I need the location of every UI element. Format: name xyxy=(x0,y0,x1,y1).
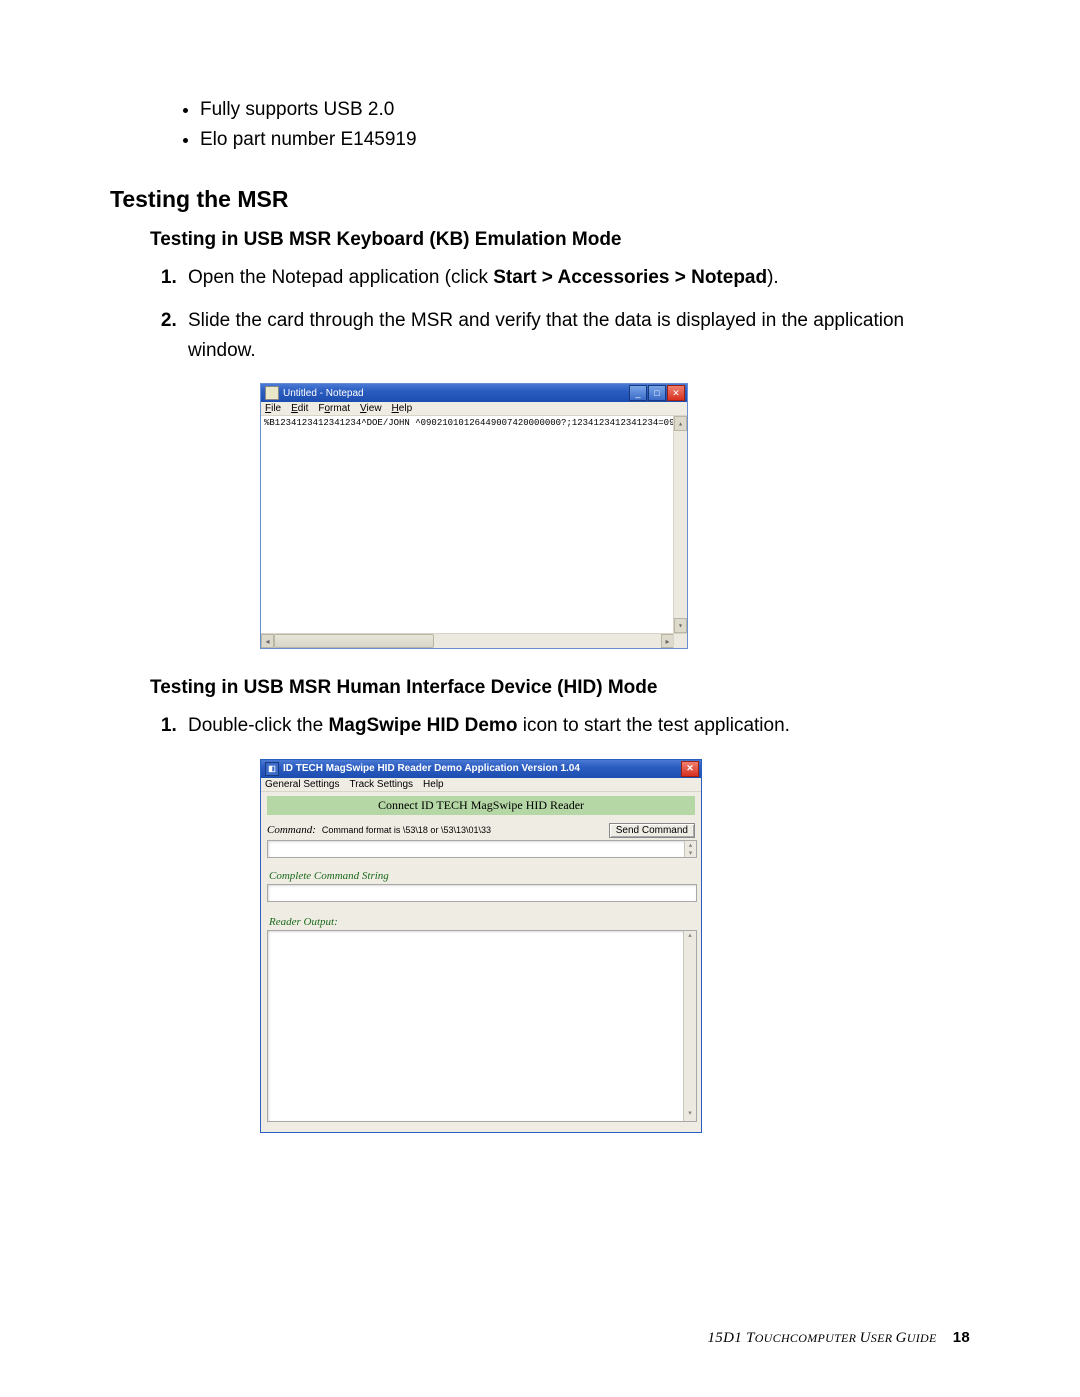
page-number: 18 xyxy=(953,1329,970,1346)
magswipe-window: ◧ ID TECH MagSwipe HID Reader Demo Appli… xyxy=(260,759,702,1133)
minimize-button[interactable]: _ xyxy=(629,385,647,401)
step-item: Open the Notepad application (click Star… xyxy=(182,263,970,292)
menu-edit[interactable]: Edit xyxy=(291,403,308,414)
command-label: Command: xyxy=(267,824,316,836)
document-page: Fully supports USB 2.0 Elo part number E… xyxy=(0,0,1080,1397)
notepad-app-icon xyxy=(265,386,279,400)
notepad-content: %B1234123412341234^DOE/JOHN ^09021010126… xyxy=(264,418,687,428)
menu-general-settings[interactable]: General Settings xyxy=(265,779,340,790)
magswipe-titlebar[interactable]: ◧ ID TECH MagSwipe HID Reader Demo Appli… xyxy=(261,760,701,778)
menu-view[interactable]: View xyxy=(360,403,382,414)
magswipe-menubar[interactable]: General Settings Track Settings Help xyxy=(261,778,701,792)
menu-format[interactable]: Format xyxy=(318,403,350,414)
notepad-titlebar[interactable]: Untitled - Notepad _ □ ✕ xyxy=(261,384,687,402)
heading-kb-mode: Testing in USB MSR Keyboard (KB) Emulati… xyxy=(150,229,970,251)
step-item: Slide the card through the MSR and verif… xyxy=(182,306,970,365)
scroll-up-icon[interactable]: ▴ xyxy=(684,931,696,943)
scroll-up-icon[interactable]: ▴ xyxy=(674,416,687,431)
step-text: ). xyxy=(767,267,779,288)
feature-bullets: Fully supports USB 2.0 Elo part number E… xyxy=(200,95,970,156)
connect-banner: Connect ID TECH MagSwipe HID Reader xyxy=(267,796,695,815)
scroll-up-icon[interactable]: ▴ xyxy=(684,841,696,849)
close-button[interactable]: ✕ xyxy=(667,385,685,401)
step-text: icon to start the test application. xyxy=(517,715,790,736)
scroll-down-icon[interactable]: ▾ xyxy=(684,849,696,857)
menu-help[interactable]: Help xyxy=(423,779,444,790)
horizontal-scrollbar[interactable]: ◂ ▸ xyxy=(261,633,687,648)
scroll-down-icon[interactable]: ▾ xyxy=(674,618,687,633)
heading-testing-msr: Testing the MSR xyxy=(110,186,970,213)
reader-output-label: Reader Output: xyxy=(269,916,695,928)
command-row: Command: Command format is \53\18 or \53… xyxy=(267,823,695,838)
vertical-scrollbar[interactable]: ▴ ▾ xyxy=(673,416,687,633)
complete-string-input[interactable] xyxy=(267,884,697,902)
heading-hid-mode: Testing in USB MSR Human Interface Devic… xyxy=(150,677,970,699)
notepad-text-area[interactable]: %B1234123412341234^DOE/JOHN ^09021010126… xyxy=(261,416,687,633)
hid-steps: Double-click the MagSwipe HID Demo icon … xyxy=(182,711,970,740)
close-button[interactable]: ✕ xyxy=(681,761,699,777)
bullet-item: Fully supports USB 2.0 xyxy=(200,95,970,125)
notepad-menubar[interactable]: File Edit Format View Help xyxy=(261,402,687,416)
magswipe-app-icon: ◧ xyxy=(265,762,279,776)
page-footer: 15D1 TOUCHCOMPUTER USER GUIDE 18 xyxy=(707,1329,970,1347)
command-input[interactable]: ▴▾ xyxy=(267,840,697,858)
notepad-title-text: Untitled - Notepad xyxy=(283,388,364,399)
menu-track-settings[interactable]: Track Settings xyxy=(350,779,414,790)
scroll-track[interactable] xyxy=(274,634,661,648)
step-bold: MagSwipe HID Demo xyxy=(328,715,517,736)
complete-string-label: Complete Command String xyxy=(269,870,695,882)
step-text: Double-click the xyxy=(188,715,328,736)
scroll-down-icon[interactable]: ▾ xyxy=(684,1109,696,1121)
kb-steps: Open the Notepad application (click Star… xyxy=(182,263,970,365)
menu-help[interactable]: Help xyxy=(392,403,413,414)
scroll-thumb[interactable] xyxy=(274,634,434,648)
maximize-button[interactable]: □ xyxy=(648,385,666,401)
command-hint: Command format is \53\18 or \53\13\01\33 xyxy=(322,825,491,835)
magswipe-body: Connect ID TECH MagSwipe HID Reader Comm… xyxy=(261,792,701,1132)
reader-output-textarea[interactable]: ▴ ▾ xyxy=(267,930,697,1122)
send-command-button[interactable]: Send Command xyxy=(609,823,695,838)
footer-doc: 15D1 TOUCHCOMPUTER USER GUIDE xyxy=(707,1330,936,1346)
step-item: Double-click the MagSwipe HID Demo icon … xyxy=(182,711,970,740)
bullet-item: Elo part number E145919 xyxy=(200,125,970,155)
scroll-left-icon[interactable]: ◂ xyxy=(261,634,274,648)
notepad-window: Untitled - Notepad _ □ ✕ File Edit Forma… xyxy=(260,383,688,649)
textarea-scrollbar[interactable]: ▴ ▾ xyxy=(683,931,696,1121)
step-bold: Start > Accessories > Notepad xyxy=(493,267,767,288)
menu-file[interactable]: File xyxy=(265,403,281,414)
scroll-corner xyxy=(673,634,687,648)
input-scroll[interactable]: ▴▾ xyxy=(684,841,696,857)
step-text: Open the Notepad application (click xyxy=(188,267,493,288)
magswipe-title-text: ID TECH MagSwipe HID Reader Demo Applica… xyxy=(283,763,580,774)
